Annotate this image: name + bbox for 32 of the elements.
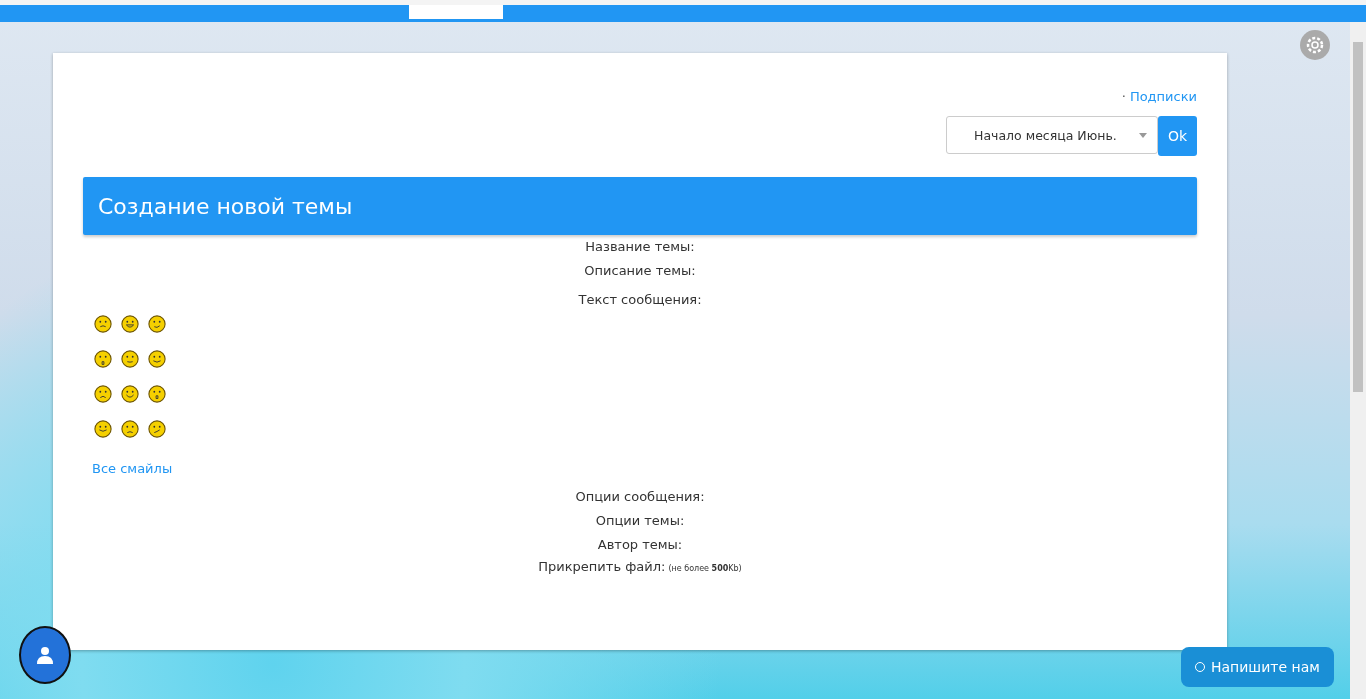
bullet: ·	[1121, 89, 1126, 104]
person-icon	[36, 646, 54, 664]
smiley-icon[interactable]	[94, 315, 112, 333]
smiley-icon[interactable]	[121, 385, 139, 403]
subscriptions-link[interactable]: Подписки	[1129, 89, 1197, 104]
field-label: Описание темы:	[584, 263, 696, 278]
smiley-icon[interactable]	[148, 315, 166, 333]
smiley-icon[interactable]	[94, 350, 112, 368]
smiley-icon[interactable]	[148, 420, 166, 438]
scrollbar[interactable]	[1350, 22, 1366, 699]
field-label: Прикрепить файл:	[538, 559, 666, 574]
chat-button[interactable]: Напишите нам	[1181, 647, 1334, 687]
smiley-icon[interactable]	[148, 350, 166, 368]
ok-button[interactable]: Ok	[1158, 116, 1197, 156]
smiley-icon[interactable]	[94, 385, 112, 403]
smiley-icon[interactable]	[121, 350, 139, 368]
user-avatar-button[interactable]	[19, 626, 71, 684]
smiley-icon[interactable]	[121, 315, 139, 333]
field-label: Автор темы:	[597, 537, 683, 552]
caret-icon	[1139, 132, 1147, 138]
smiley-icon[interactable]	[121, 420, 139, 438]
field-label: Текст сообщения:	[578, 292, 702, 307]
field-label: Опции сообщения:	[575, 489, 705, 504]
field-label: Название темы:	[585, 239, 695, 254]
search-field[interactable]	[409, 5, 503, 19]
all-smileys-link[interactable]: Все смайлы	[92, 461, 173, 476]
period-select[interactable]: Начало месяца Июнь.	[946, 116, 1158, 154]
smiley-icon[interactable]	[148, 385, 166, 403]
smiley-icon[interactable]	[94, 420, 112, 438]
size-hint: (не более 500Kb)	[668, 564, 742, 573]
panel-title: Создание новой темы	[98, 193, 353, 219]
field-label: Опции темы:	[595, 513, 685, 528]
